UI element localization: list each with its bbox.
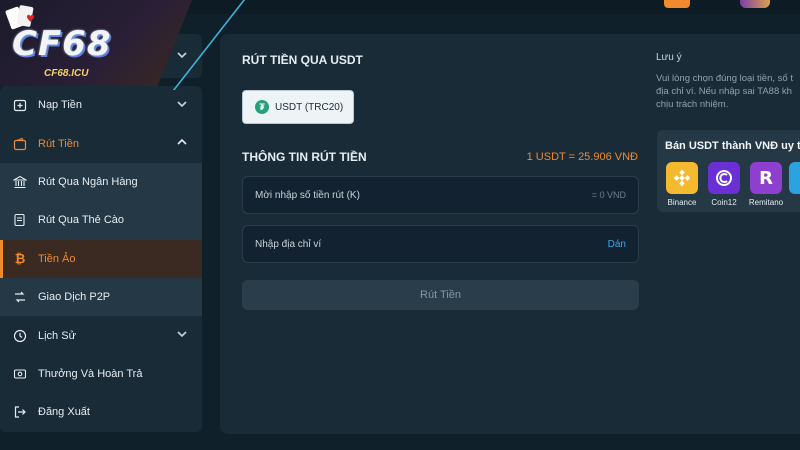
exchange-binance[interactable]: Binance (663, 162, 701, 207)
binance-icon (666, 162, 698, 194)
bitcoin-icon: ₿ (14, 251, 26, 267)
sidebar-item-label: Lịch Sử (38, 329, 76, 342)
amount-placeholder: Mời nhập số tiền rút (K) (255, 189, 360, 201)
deposit-icon (12, 97, 28, 113)
sidebar-item-bank-withdraw[interactable]: Rút Qua Ngân Hàng (0, 162, 202, 202)
logo-domain-text: CF68.ICU (44, 68, 89, 79)
wallet-address-input[interactable]: Nhập địa chỉ ví Dán (242, 225, 639, 263)
sidebar-item-label: Đăng Xuất (38, 406, 90, 419)
sidebar-item-card-withdraw[interactable]: Rút Qua Thẻ Cào (0, 201, 202, 240)
sidebar-item-label: Rút Qua Thẻ Cào (38, 214, 125, 227)
logo-brand-text: CF68 (12, 24, 112, 64)
exchange-coin12[interactable]: Coin12 (705, 162, 743, 207)
sidebar-item-label: Rút Tiền (38, 137, 79, 150)
exchange-partial-icon (789, 162, 800, 194)
card-icon (12, 212, 28, 228)
sidebar-item-crypto[interactable]: ₿ Tiền Ảo (0, 239, 202, 279)
section-title: THÔNG TIN RÚT TIỀN (242, 150, 367, 164)
p2p-icon (12, 289, 28, 305)
sidebar-item-deposit[interactable]: Nạp Tiền (0, 86, 202, 124)
remitano-icon: R (750, 162, 782, 194)
amount-hint: = 0 VND (591, 190, 626, 200)
gift-icon (12, 366, 28, 382)
chevron-down-icon[interactable] (176, 98, 188, 113)
sidebar-item-label: Rút Qua Ngân Hàng (38, 175, 138, 188)
network-select-button[interactable]: ₮ USDT (TRC20) (242, 90, 354, 124)
chevron-up-icon[interactable] (176, 136, 188, 151)
exchange-remitano[interactable]: R Remitano (747, 162, 785, 207)
withdraw-panel: RÚT TIỀN QUA USDT ₮ USDT (TRC20) THÔNG T… (220, 34, 800, 434)
sidebar-item-history[interactable]: Lịch Sử (0, 316, 202, 354)
sidebar-item-label: Thưởng Và Hoàn Trả (38, 367, 143, 380)
exchange-rate: 1 USDT = 25.906 VNĐ (526, 151, 638, 163)
exchange-partial[interactable] (789, 162, 800, 194)
sidebar-item-p2p[interactable]: Giao Dịch P2P (0, 277, 202, 317)
exchange-label: Binance (667, 198, 697, 207)
sidebar-item-label: Tiền Ảo (38, 252, 76, 265)
withdraw-submit-button[interactable]: Rút Tiền (242, 280, 639, 310)
network-label: USDT (TRC20) (275, 101, 344, 113)
bank-icon (12, 174, 28, 190)
tether-icon: ₮ (255, 100, 269, 114)
chevron-down-icon[interactable] (176, 328, 188, 343)
logout-icon (12, 404, 28, 420)
sidebar-item-label: Nạp Tiền (38, 99, 83, 112)
history-icon (12, 328, 28, 344)
sidebar-item-rewards[interactable]: Thưởng Và Hoàn Trả (0, 355, 202, 393)
buy-title: Bán USDT thành VNĐ uy t (665, 140, 800, 152)
wallet-icon (12, 136, 28, 152)
page-title: RÚT TIỀN QUA USDT (242, 53, 363, 67)
buy-usdt-card: Bán USDT thành VNĐ uy t Binance Coin12 R… (657, 130, 800, 212)
sidebar-nav: Nạp Tiền Rút Tiền Rút Qua Ngân Hàng Rút … (0, 86, 202, 432)
note-body: Vui lòng chọn đúng loại tiền, số t địa c… (656, 73, 793, 110)
address-placeholder: Nhập địa chỉ ví (255, 238, 322, 250)
sidebar-item-label: Giao Dịch P2P (38, 291, 111, 304)
exchange-label: Remitano (748, 198, 784, 207)
sidebar-item-withdraw[interactable]: Rút Tiền (0, 124, 202, 162)
sidebar-item-logout[interactable]: Đăng Xuất (0, 393, 202, 431)
top-action-button[interactable] (664, 0, 690, 8)
exchange-label: Coin12 (711, 198, 737, 207)
avatar[interactable] (740, 0, 770, 8)
coin12-icon (708, 162, 740, 194)
paste-button[interactable]: Dán (608, 239, 626, 250)
amount-input[interactable]: Mời nhập số tiền rút (K) = 0 VND (242, 176, 639, 214)
note-title: Lưu ý (656, 52, 682, 63)
